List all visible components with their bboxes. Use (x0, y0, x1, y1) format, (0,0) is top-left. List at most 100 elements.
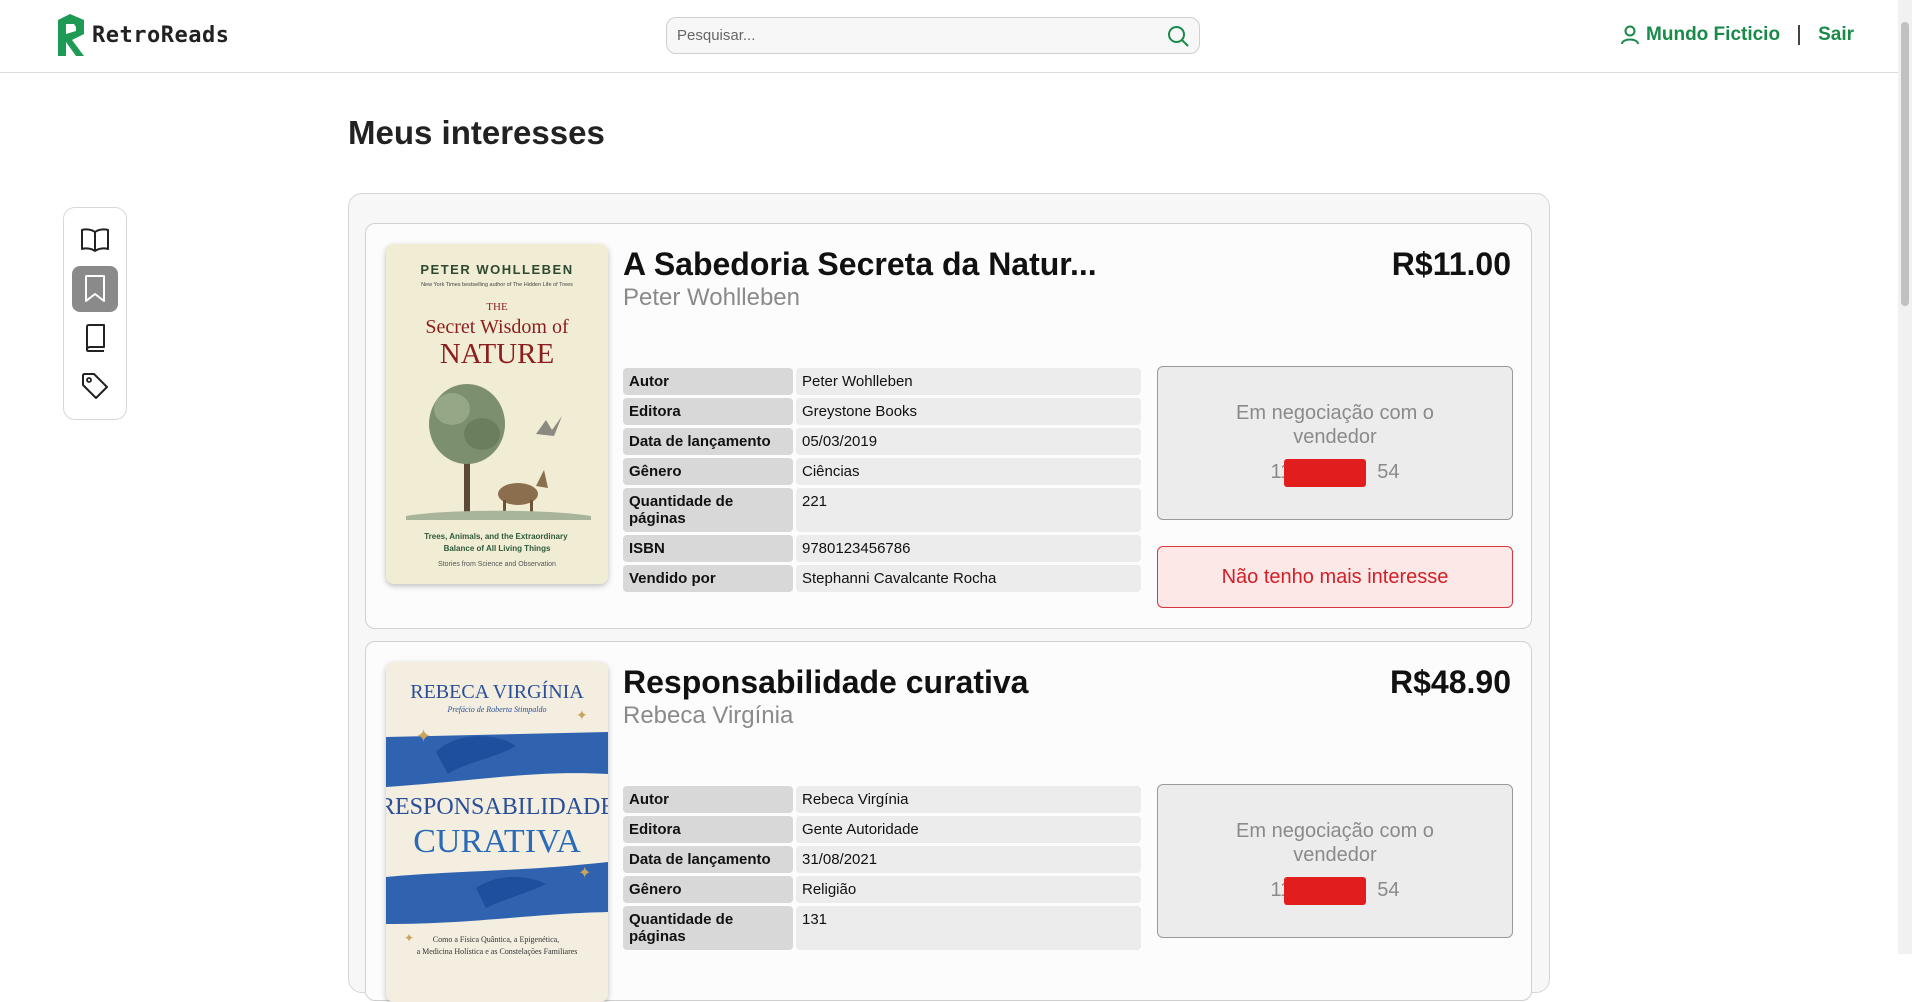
spec-label: Gênero (623, 876, 793, 903)
spec-row: Quantidade de páginas 221 (623, 488, 1141, 532)
closed-book-icon (86, 324, 105, 352)
spec-label: Editora (623, 816, 793, 843)
page-title: Meus interesses (348, 114, 605, 151)
spec-label: Vendido por (623, 565, 793, 592)
search-icon[interactable] (1167, 25, 1189, 47)
spec-row: Data de lançamento 05/03/2019 (623, 428, 1141, 455)
negotiation-box: Em negociação com o vendedor 11 54 (1157, 784, 1513, 938)
negotiation-text: Em negociação com o vendedor (1236, 402, 1434, 448)
spec-label: Autor (623, 368, 793, 395)
book-author: Peter Wohlleben (623, 284, 800, 311)
phone-end: 54 (1377, 461, 1400, 483)
star-icon: ✦ (576, 707, 588, 723)
spec-row: Gênero Ciências (623, 458, 1141, 485)
spec-label: Quantidade de páginas (623, 488, 793, 532)
cover-subtitle: Prefácio de Roberta Stimpaldo (446, 705, 546, 714)
book-title[interactable]: A Sabedoria Secreta da Natur... (623, 246, 1097, 283)
logo-text: RetroReads (92, 22, 230, 48)
cover-title-line1: Secret Wisdom of (425, 316, 569, 338)
spec-row: ISBN 9780123456786 (623, 535, 1141, 562)
redaction-mask (1284, 459, 1367, 487)
logo-icon (58, 14, 84, 56)
book-price: R$11.00 (1391, 246, 1511, 282)
book-price: R$48.90 (1390, 664, 1511, 700)
cover-title-line1: RESPONSABILIDADE (386, 794, 608, 820)
spec-row: Editora Gente Autoridade (623, 816, 1141, 843)
spec-value: Gente Autoridade (796, 816, 1141, 843)
remove-interest-button[interactable]: Não tenho mais interesse (1157, 546, 1513, 608)
cover-author-text: REBECA VIRGÍNIA (410, 680, 584, 703)
divider (1798, 25, 1801, 45)
spec-value: Ciências (796, 458, 1141, 485)
cover-subtitle: New York Times bestselling author of The… (421, 282, 573, 288)
spec-value: Religião (796, 876, 1141, 903)
user-name: Mundo Ficticio (1646, 24, 1781, 45)
negotiation-text: Em negociação com o vendedor (1236, 820, 1434, 866)
cover-title-line2: NATURE (440, 338, 554, 370)
tag-icon (82, 373, 108, 399)
sidebar-item-catalog[interactable] (72, 217, 118, 263)
cover-art: REBECA VIRGÍNIA Prefácio de Roberta Stim… (386, 662, 608, 1002)
top-header: RetroReads Mundo Ficticio Sair (0, 0, 1912, 73)
search-input[interactable] (677, 27, 1167, 44)
cover-art: PETER WOHLLEBEN New York Times bestselli… (386, 244, 608, 584)
interest-card: REBECA VIRGÍNIA Prefácio de Roberta Stim… (365, 641, 1532, 1002)
cover-author-text: PETER WOHLLEBEN (420, 262, 573, 277)
logout-link[interactable]: Sair (1818, 24, 1854, 46)
page-scrollbar[interactable] (1898, 0, 1912, 954)
spec-value: 9780123456786 (796, 535, 1141, 562)
spec-value: 221 (796, 488, 1141, 532)
spec-row: Autor Rebeca Virgínia (623, 786, 1141, 813)
spec-value: Peter Wohlleben (796, 368, 1141, 395)
open-book-icon (81, 228, 109, 252)
sidebar-item-interests[interactable] (72, 266, 118, 312)
spec-row: Data de lançamento 31/08/2021 (623, 846, 1141, 873)
spec-value: Stephanni Cavalcante Rocha (796, 565, 1141, 592)
cover-foot: Stories from Science and Observation (438, 561, 556, 568)
search-bar[interactable] (666, 17, 1200, 54)
spec-row: Autor Peter Wohlleben (623, 368, 1141, 395)
spec-label: Gênero (623, 458, 793, 485)
spec-value: 05/03/2019 (796, 428, 1141, 455)
logo[interactable]: RetroReads (56, 12, 229, 58)
spec-label: Data de lançamento (623, 428, 793, 455)
book-title[interactable]: Responsabilidade curativa (623, 664, 1028, 701)
book-cover[interactable]: REBECA VIRGÍNIA Prefácio de Roberta Stim… (386, 662, 608, 1002)
sidebar-item-sales[interactable] (72, 363, 118, 409)
book-specs: Autor Rebeca Virgínia Editora Gente Autori… (623, 786, 1141, 953)
seller-phone: 11 54 (1270, 459, 1400, 487)
spec-label: Autor (623, 786, 793, 813)
spec-label: ISBN (623, 535, 793, 562)
spec-value: 131 (796, 906, 1141, 950)
scrollbar-thumb[interactable] (1901, 22, 1909, 306)
book-specs: Autor Peter Wohlleben Editora Greystone Bo… (623, 368, 1141, 595)
interest-card: PETER WOHLLEBEN New York Times bestselli… (365, 223, 1532, 629)
seller-phone: 11 54 (1270, 877, 1400, 905)
spec-label: Editora (623, 398, 793, 425)
user-area: Mundo Ficticio Sair (1620, 24, 1854, 46)
spec-row: Vendido por Stephanni Cavalcante Rocha (623, 565, 1141, 592)
cover-title-line2: CURATIVA (413, 823, 581, 860)
spec-label: Data de lançamento (623, 846, 793, 873)
bookmark-icon (85, 275, 105, 302)
side-nav (63, 207, 127, 420)
star-icon: ✦ (416, 726, 431, 746)
cover-the: THE (486, 301, 508, 313)
negotiation-box: Em negociação com o vendedor 11 54 (1157, 366, 1513, 520)
spec-row: Quantidade de páginas 131 (623, 906, 1141, 950)
star-icon: ✦ (578, 865, 591, 882)
spec-row: Gênero Religião (623, 876, 1141, 903)
sidebar-item-my-books[interactable] (72, 315, 118, 361)
user-icon (1621, 25, 1640, 45)
spec-value: 31/08/2021 (796, 846, 1141, 873)
star-icon: ✦ (404, 931, 414, 945)
spec-row: Editora Greystone Books (623, 398, 1141, 425)
user-profile-link[interactable]: Mundo Ficticio (1620, 24, 1780, 46)
phone-end: 54 (1377, 879, 1400, 901)
spec-label: Quantidade de páginas (623, 906, 793, 950)
spec-value: Greystone Books (796, 398, 1141, 425)
redaction-mask (1284, 877, 1367, 905)
book-author: Rebeca Virgínia (623, 702, 794, 729)
book-cover[interactable]: PETER WOHLLEBEN New York Times bestselli… (386, 244, 608, 584)
spec-value: Rebeca Virgínia (796, 786, 1141, 813)
